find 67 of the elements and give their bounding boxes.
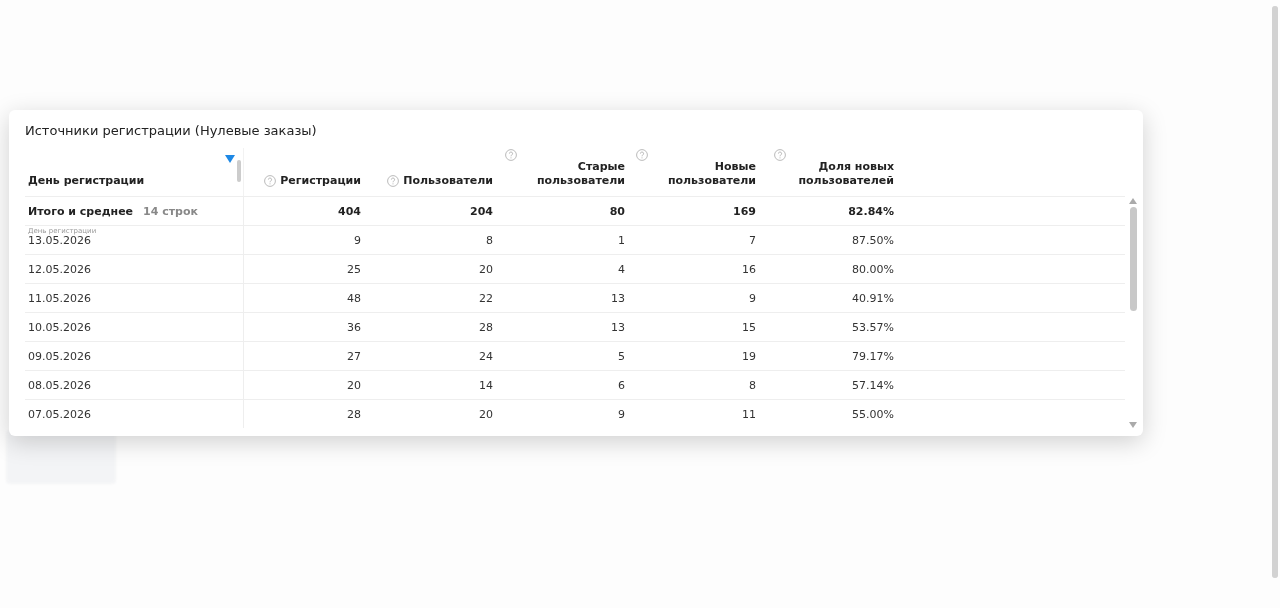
table-cell: 28 <box>347 407 361 421</box>
page-scrollbar[interactable] <box>1272 6 1278 578</box>
table-cell: 25 <box>347 262 361 276</box>
help-icon[interactable] <box>387 175 400 187</box>
row-count: 14 строк <box>143 204 198 218</box>
table-cell: 36 <box>347 320 361 334</box>
total-cell: 404 <box>338 204 361 218</box>
table-cell: 11.05.2026 <box>28 291 91 305</box>
column-header[interactable]: Пользователи <box>403 174 493 188</box>
help-icon[interactable] <box>636 149 648 161</box>
table-cell: 55.00% <box>852 407 894 421</box>
table-cell: 57.14% <box>852 378 894 392</box>
total-cell: 169 <box>733 204 756 218</box>
table-cell: 11 <box>742 407 756 421</box>
table-cell: 20 <box>479 407 493 421</box>
column-header[interactable]: Доля новых пользователей <box>790 160 894 188</box>
table-cell: 5 <box>618 349 625 363</box>
table-cell: 7 <box>749 233 756 247</box>
table-cell: 07.05.2026 <box>28 407 91 421</box>
table-cell: 79.17% <box>852 349 894 363</box>
total-label: Итого и среднее <box>28 204 134 218</box>
scroll-up-icon[interactable] <box>1129 198 1137 204</box>
total-cell: 80 <box>609 204 625 218</box>
column-header[interactable]: День регистрации <box>28 174 145 188</box>
table-cell: 4 <box>618 262 625 276</box>
table-cell: 9 <box>749 291 756 305</box>
table-cell: 13 <box>611 320 625 334</box>
table-cell: 6 <box>618 378 625 392</box>
column-resize-handle[interactable] <box>237 160 241 182</box>
table-cell: 14 <box>479 378 493 392</box>
table-cell: 20 <box>479 262 493 276</box>
column-header[interactable]: Новые пользователи <box>652 160 756 188</box>
table-cell: 87.50% <box>852 233 894 247</box>
table-cell: 19 <box>742 349 756 363</box>
table-cell: 10.05.2026 <box>28 320 91 334</box>
table-cell: 28 <box>479 320 493 334</box>
column-header[interactable]: Старые пользователи <box>521 160 625 188</box>
table-cell: 9 <box>618 407 625 421</box>
table-cell: 15 <box>742 320 756 334</box>
table-cell: 20 <box>347 378 361 392</box>
scroll-down-icon[interactable] <box>1129 422 1137 428</box>
table-cell: 1 <box>618 233 625 247</box>
table-cell: 13 <box>611 291 625 305</box>
table-cell: 12.05.2026 <box>28 262 91 276</box>
table-cell: 16 <box>742 262 756 276</box>
sort-descending-icon[interactable] <box>225 155 235 163</box>
table-cell: 24 <box>479 349 493 363</box>
modal-title: Источники регистрации (Нулевые заказы) <box>25 123 318 138</box>
table-cell: 40.91% <box>852 291 894 305</box>
table-cell: 22 <box>479 291 493 305</box>
help-icon[interactable] <box>505 149 517 161</box>
table-cell: 53.57% <box>852 320 894 334</box>
total-cell: 82.84% <box>848 204 894 218</box>
total-cell: 204 <box>470 204 493 218</box>
table-cell: 27 <box>347 349 361 363</box>
table-cell: 8 <box>749 378 756 392</box>
help-icon[interactable] <box>774 149 786 161</box>
table-cell: 80.00% <box>852 262 894 276</box>
column-header[interactable]: Регистрации <box>280 174 361 188</box>
table-cell: 13.05.2026 <box>28 233 91 247</box>
table-cell: 8 <box>486 233 493 247</box>
table-cell: 9 <box>354 233 361 247</box>
help-icon[interactable] <box>264 175 277 187</box>
table-cell: 48 <box>347 291 361 305</box>
table-cell: 08.05.2026 <box>28 378 91 392</box>
table-cell: 09.05.2026 <box>28 349 91 363</box>
table-scrollbar[interactable] <box>1127 198 1139 428</box>
